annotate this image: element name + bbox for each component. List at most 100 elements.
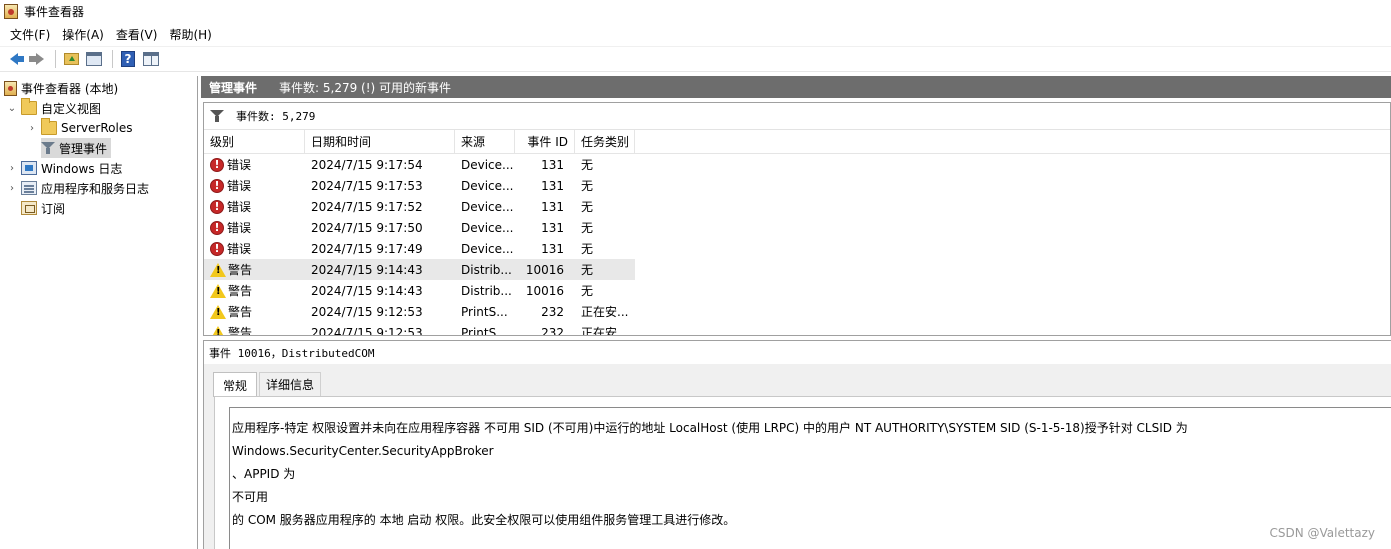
warning-icon: ! [210,304,226,319]
back-button[interactable] [4,49,24,69]
event-detail-pane: 常规 详细信息 应用程序-特定 权限设置并未向在应用程序容器 不可用 SID (… [203,364,1391,549]
folder-up-icon [63,53,79,65]
cell-task: 无 [581,284,594,298]
cell-source: Distrib... [461,262,512,277]
column-header-date[interactable]: 日期和时间 [305,129,455,154]
action-pane-icon [143,52,159,66]
show-action-pane-button[interactable] [141,49,161,69]
tab-general[interactable]: 常规 [213,372,258,397]
cell-task: 无 [581,158,594,172]
chevron-down-icon[interactable]: ⌄ [6,102,18,114]
tree-item-label: 应用程序和服务日志 [41,181,150,196]
show-hide-tree-button[interactable] [84,49,104,69]
table-row[interactable]: ! 错误 2024/7/15 9:17:49 Device... 131 无 [204,238,635,259]
cell-date: 2024/7/15 9:17:53 [311,178,423,193]
back-icon [10,53,24,65]
cell-source: Device... [461,220,514,235]
column-header-level[interactable]: 级别 [204,129,305,154]
cell-date: 2024/7/15 9:12:53 [311,304,423,319]
table-row[interactable]: ! 警告 2024/7/15 9:14:43 Distrib... 10016 无 [204,280,635,301]
error-icon: ! [210,220,224,235]
tree-item-subscriptions[interactable]: 订阅 [21,198,65,218]
tree-item-custom-views[interactable]: ⌄ 自定义视图 [6,98,101,118]
tree-item-label: 事件查看器 (本地) [21,81,119,96]
help-button[interactable]: ? [118,49,138,69]
filter-icon [41,141,55,155]
tree-item-label: 管理事件 [59,141,108,156]
toolbar-separator [55,50,56,68]
menu-file[interactable]: 文件(F) [4,24,56,45]
up-button[interactable] [61,49,81,69]
cell-event-id: 10016 [525,262,564,277]
event-viewer-icon [4,4,18,19]
help-icon: ? [121,51,135,67]
description-line: 的 COM 服务器应用程序的 本地 启动 权限。此安全权限可以使用组件服务管理工… [232,513,736,527]
cell-date: 2024/7/15 9:14:43 [311,283,423,298]
cell-source: PrintS... [461,325,508,336]
cell-date: 2024/7/15 9:17:50 [311,220,423,235]
toolbar-separator [112,50,113,68]
title-bar: 事件查看器 [0,0,1391,23]
tab-details[interactable]: 详细信息 [259,372,322,396]
cell-event-id: 131 [541,157,564,172]
menu-action[interactable]: 操作(A) [56,24,110,45]
chevron-right-icon[interactable]: › [6,162,18,174]
forward-button[interactable] [27,49,47,69]
event-summary: 事件数: 5,279 (!) 可用的新事件 [279,80,452,95]
folder-icon [21,98,37,115]
table-row[interactable]: ! 警告 2024/7/15 9:14:43 Distrib... 10016 无 [204,259,635,280]
table-row[interactable]: ! 错误 2024/7/15 9:17:50 Device... 131 无 [204,217,635,238]
tree-item-admin-events[interactable]: 管理事件 [41,138,112,158]
column-header-source[interactable]: 来源 [455,129,515,154]
toolbar: ? [0,46,1391,72]
cell-event-id: 131 [541,220,564,235]
level-text: 警告 [228,284,253,298]
grid-header: 级别 日期和时间 来源 事件 ID 任务类别 [204,129,1390,154]
folder-icon [41,118,57,135]
menu-bar: 文件(F) 操作(A) 查看(V) 帮助(H) [0,24,1391,45]
table-row[interactable]: ! 错误 2024/7/15 9:17:53 Device... 131 无 [204,175,635,196]
cell-event-id: 232 [541,325,564,336]
description-line: 应用程序-特定 权限设置并未向在应用程序容器 不可用 SID (不可用)中运行的… [232,421,1188,435]
cell-task: 正在安... [581,305,629,319]
cell-task: 正在安... [581,326,629,336]
event-description[interactable]: 应用程序-特定 权限设置并未向在应用程序容器 不可用 SID (不可用)中运行的… [229,407,1391,549]
level-text: 错误 [227,200,252,214]
table-row[interactable]: ! 警告 2024/7/15 9:12:53 PrintS... 232 正在安... [204,322,635,336]
table-row[interactable]: ! 警告 2024/7/15 9:12:53 PrintS... 232 正在安... [204,301,635,322]
description-line: 不可用 [232,490,269,504]
tree-item-label: Windows 日志 [41,161,123,176]
level-text: 错误 [227,242,252,256]
level-text: 错误 [227,179,252,193]
cell-source: Device... [461,199,514,214]
description-line: Windows.SecurityCenter.SecurityAppBroker [232,444,494,458]
table-row[interactable]: ! 错误 2024/7/15 9:17:54 Device... 131 无 [204,154,635,175]
cell-date: 2024/7/15 9:17:52 [311,199,423,214]
cell-source: Distrib... [461,283,512,298]
tree-item-server-roles[interactable]: › ServerRoles [26,118,132,138]
cell-level: ! 错误 [204,238,305,259]
log-icon [21,181,37,195]
cell-task: 无 [581,242,594,256]
show-pane-icon [86,52,102,66]
column-header-task[interactable]: 任务类别 [575,129,635,154]
tree-item-app-service-logs[interactable]: › 应用程序和服务日志 [6,178,149,198]
tree-item-root[interactable]: 事件查看器 (本地) [4,78,118,98]
tree-item-label: 自定义视图 [41,101,102,116]
chevron-right-icon[interactable]: › [26,122,38,134]
warning-icon: ! [210,262,226,277]
level-text: 错误 [227,221,252,235]
detail-tabs: 常规 详细信息 [213,372,322,397]
cell-level: ! 警告 [204,259,305,280]
cell-date: 2024/7/15 9:12:53 [311,325,423,336]
cell-source: PrintS... [461,304,508,319]
table-row[interactable]: ! 错误 2024/7/15 9:17:52 Device... 131 无 [204,196,635,217]
menu-view[interactable]: 查看(V) [110,24,164,45]
chevron-right-icon[interactable]: › [6,182,18,194]
menu-help[interactable]: 帮助(H) [163,24,217,45]
tree-item-windows-logs[interactable]: › Windows 日志 [6,158,122,178]
windows-log-icon [21,161,37,175]
cell-level: ! 错误 [204,217,305,238]
tree-item-label: ServerRoles [61,121,133,135]
column-header-event-id[interactable]: 事件 ID [515,129,575,154]
